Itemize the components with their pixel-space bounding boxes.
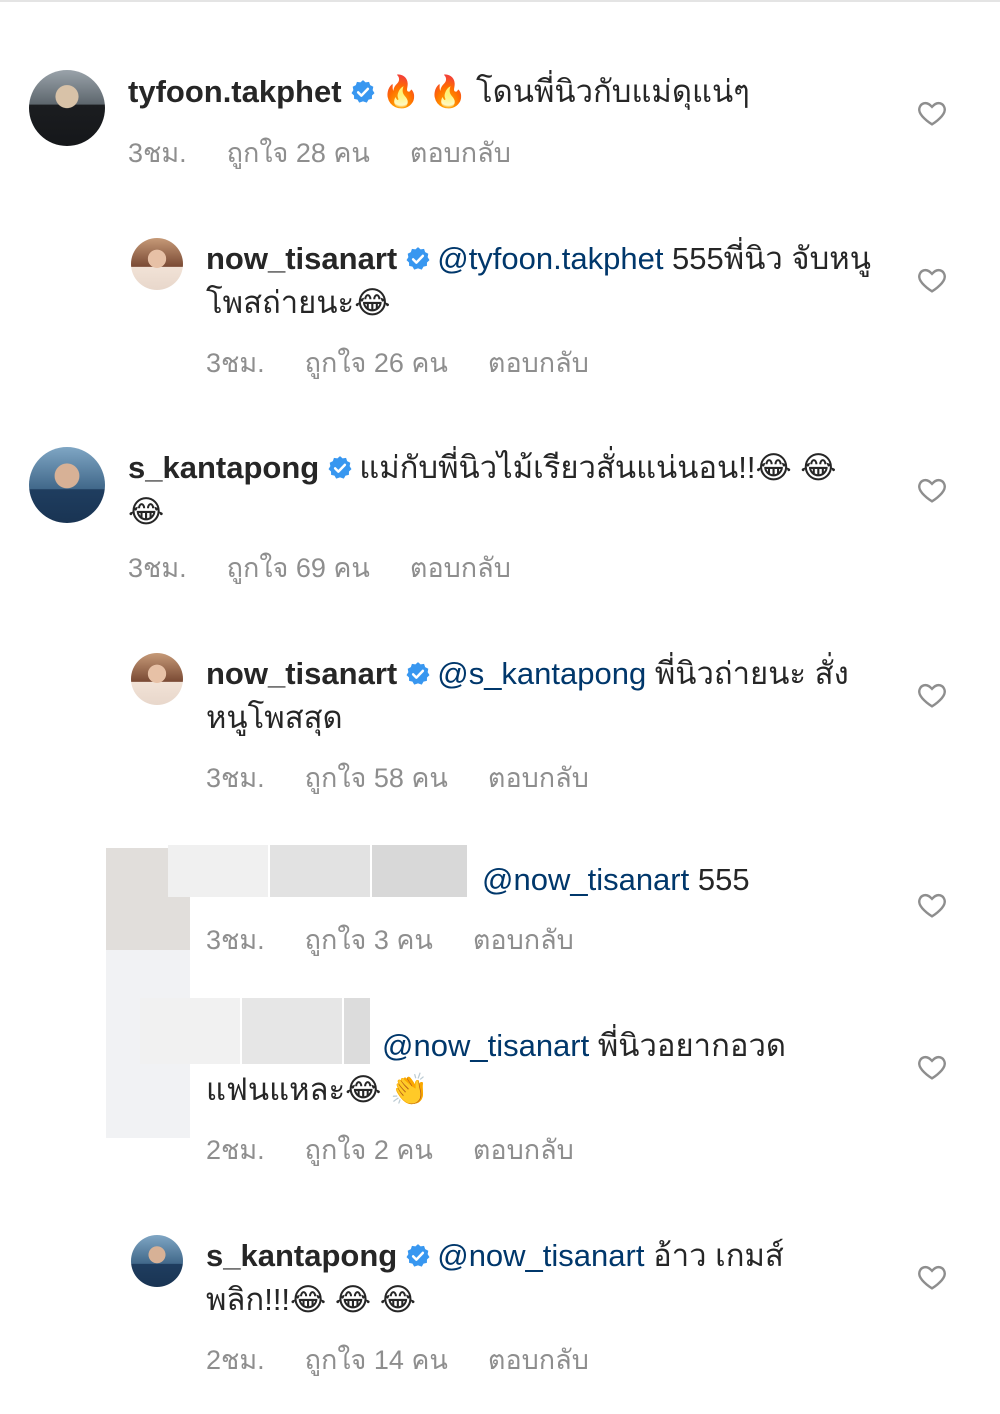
likes-count[interactable]: ถูกใจ 58 คน	[305, 756, 448, 799]
reply-button[interactable]: ตอบกลับ	[488, 341, 589, 384]
heart-outline-icon[interactable]	[916, 1051, 948, 1083]
likes-count[interactable]: ถูกใจ 69 คน	[227, 546, 370, 589]
blurred-username	[270, 845, 370, 897]
verified-badge-icon	[351, 80, 375, 103]
timestamp: 3ชม.	[206, 925, 265, 955]
comment-text: tyfoon.takphet 🔥 🔥 โดนพี่นิวกับแม่ดุแน่ๆ	[128, 70, 888, 114]
avatar[interactable]	[131, 1235, 183, 1287]
comment-meta: 3ชม. ถูกใจ 28 คน ตอบกลับ	[128, 131, 511, 174]
timestamp: 3ชม.	[128, 138, 187, 168]
heart-outline-icon[interactable]	[916, 474, 948, 506]
comment-text: now_tisanart @tyfoon.takphet 555พี่นิว จั…	[206, 237, 876, 325]
heart-outline-icon[interactable]	[916, 97, 948, 129]
avatar[interactable]	[131, 653, 183, 705]
comment-text: @now_tisanart พี่นิวอยากอวด แฟนแหละ😂 👏	[206, 1024, 846, 1112]
avatar[interactable]	[131, 238, 183, 290]
top-divider	[0, 0, 1000, 2]
likes-count[interactable]: ถูกใจ 2 คน	[305, 1128, 433, 1171]
username[interactable]: s_kantapong	[128, 450, 319, 485]
heart-outline-icon[interactable]	[916, 264, 948, 296]
comment-meta: 3ชม. ถูกใจ 26 คน ตอบกลับ	[206, 341, 589, 384]
comment-text: s_kantapong @now_tisanart อ้าว เกมส์ พลิก…	[206, 1234, 866, 1322]
verified-badge-icon	[406, 662, 430, 685]
timestamp: 3ชม.	[206, 348, 265, 378]
comment-meta: 3ชม. ถูกใจ 58 คน ตอบกลับ	[206, 756, 589, 799]
avatar[interactable]	[29, 447, 105, 523]
blurred-username	[372, 845, 467, 897]
heart-outline-icon[interactable]	[916, 679, 948, 711]
mention-link[interactable]: @now_tisanart	[382, 1028, 589, 1063]
reply-button[interactable]: ตอบกลับ	[488, 1338, 589, 1381]
username[interactable]: now_tisanart	[206, 656, 397, 691]
timestamp: 3ชม.	[206, 763, 265, 793]
verified-badge-icon	[406, 1244, 430, 1267]
comment-meta: 2ชม. ถูกใจ 14 คน ตอบกลับ	[206, 1338, 589, 1381]
verified-badge-icon	[406, 247, 430, 270]
timestamp: 3ชม.	[128, 553, 187, 583]
mention-link[interactable]: @now_tisanart	[482, 862, 689, 897]
heart-outline-icon[interactable]	[916, 889, 948, 921]
comment-meta: 2ชม. ถูกใจ 2 คน ตอบกลับ	[206, 1128, 574, 1171]
comment-body: 555	[689, 862, 750, 897]
likes-count[interactable]: ถูกใจ 3 คน	[305, 918, 433, 961]
likes-count[interactable]: ถูกใจ 14 คน	[305, 1338, 448, 1381]
timestamp: 2ชม.	[206, 1345, 265, 1375]
username[interactable]: s_kantapong	[206, 1238, 397, 1273]
comment-meta: 3ชม. ถูกใจ 69 คน ตอบกลับ	[128, 546, 511, 589]
likes-count[interactable]: ถูกใจ 28 คน	[227, 131, 370, 174]
blurred-username	[168, 845, 268, 897]
mention-link[interactable]: @s_kantapong	[437, 656, 646, 691]
comment-text: @now_tisanart 555	[482, 858, 902, 902]
likes-count[interactable]: ถูกใจ 26 คน	[305, 341, 448, 384]
comment-text: s_kantapong แม่กับพี่นิวไม้เรียวสั่นแน่นอ…	[128, 446, 848, 534]
heart-outline-icon[interactable]	[916, 1261, 948, 1293]
comment-text: now_tisanart @s_kantapong พี่นิวถ่ายนะ สั…	[206, 652, 876, 740]
timestamp: 2ชม.	[206, 1135, 265, 1165]
verified-badge-icon	[328, 456, 352, 479]
comment-body: 🔥 🔥 โดนพี่นิวกับแม่ดุแน่ๆ	[381, 74, 750, 109]
reply-button[interactable]: ตอบกลับ	[410, 131, 511, 174]
reply-button[interactable]: ตอบกลับ	[473, 1128, 574, 1171]
reply-button[interactable]: ตอบกลับ	[488, 756, 589, 799]
mention-link[interactable]: @now_tisanart	[437, 1238, 644, 1273]
comment-meta: 3ชม. ถูกใจ 3 คน ตอบกลับ	[206, 918, 574, 961]
mention-link[interactable]: @tyfoon.takphet	[437, 241, 663, 276]
username[interactable]: tyfoon.takphet	[128, 74, 342, 109]
username[interactable]: now_tisanart	[206, 241, 397, 276]
avatar[interactable]	[29, 70, 105, 146]
reply-button[interactable]: ตอบกลับ	[473, 918, 574, 961]
reply-button[interactable]: ตอบกลับ	[410, 546, 511, 589]
